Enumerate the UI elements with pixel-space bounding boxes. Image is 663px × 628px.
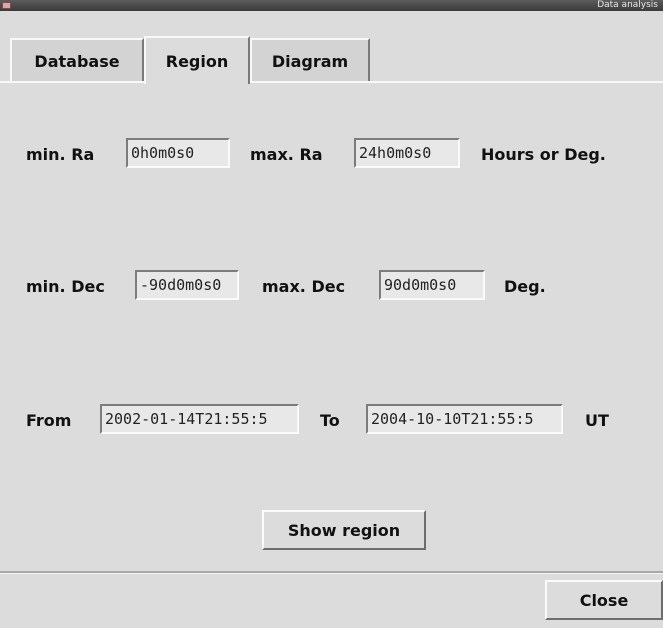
min-ra-label: min. Ra: [26, 145, 95, 164]
tab-database[interactable]: Database: [10, 38, 144, 82]
time-unit-label: UT: [585, 411, 609, 430]
max-ra-label: max. Ra: [250, 145, 323, 164]
window-menu-button[interactable]: [2, 2, 11, 9]
min-dec-label: min. Dec: [26, 277, 105, 296]
dec-unit-label: Deg.: [504, 277, 546, 296]
title-bar: Data analysis: [0, 0, 663, 11]
tab-base-line: [250, 81, 663, 83]
max-ra-input[interactable]: 24h0m0s0: [354, 138, 460, 168]
ra-unit-label: Hours or Deg.: [481, 145, 606, 164]
min-dec-input[interactable]: -90d0m0s0: [135, 270, 239, 300]
to-label: To: [320, 411, 340, 430]
max-dec-input[interactable]: 90d0m0s0: [379, 270, 485, 300]
tab-base-line: [0, 81, 144, 83]
footer-divider: [0, 571, 663, 574]
to-time-input[interactable]: 2004-10-10T21:55:5: [366, 404, 563, 434]
show-region-button[interactable]: Show region: [262, 510, 426, 550]
tab-bar: Database Region Diagram: [0, 11, 663, 84]
tab-region[interactable]: Region: [144, 36, 250, 84]
max-dec-label: max. Dec: [262, 277, 346, 296]
close-button[interactable]: Close: [545, 580, 663, 620]
tab-diagram[interactable]: Diagram: [250, 38, 370, 82]
window-title: Data analysis: [597, 0, 658, 10]
from-time-input[interactable]: 2002-01-14T21:55:5: [100, 404, 299, 434]
from-label: From: [26, 411, 72, 430]
min-ra-input[interactable]: 0h0m0s0: [126, 138, 230, 168]
